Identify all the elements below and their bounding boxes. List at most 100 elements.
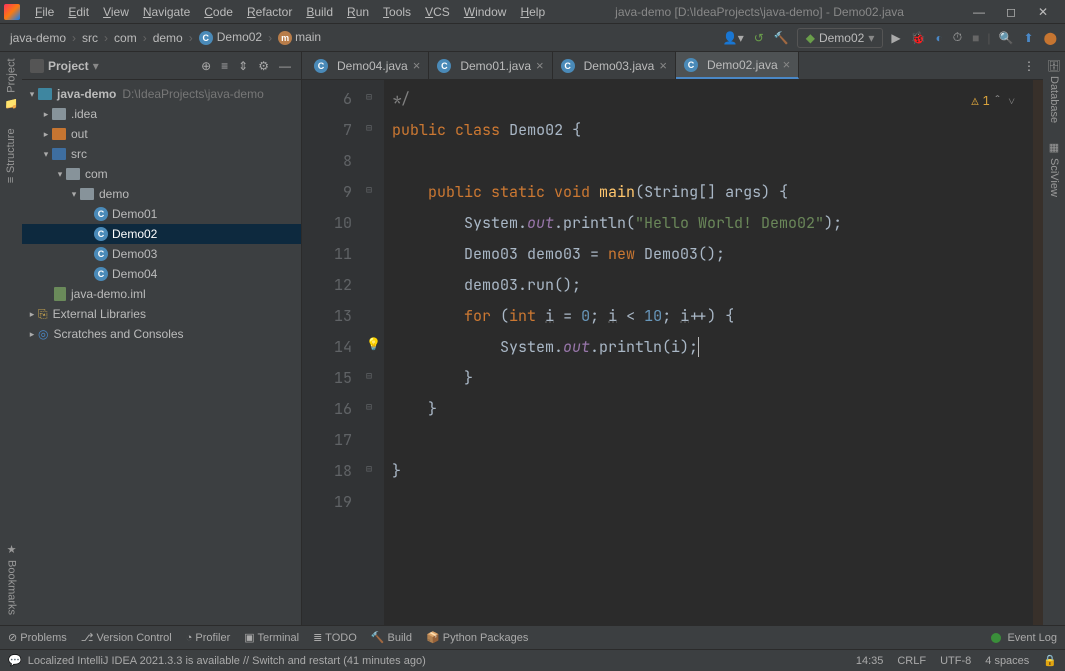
menu-edit[interactable]: Edit	[61, 3, 96, 21]
search-button[interactable]: 🔍	[997, 29, 1016, 47]
fold-marker-icon[interactable]: ⊟	[366, 121, 372, 134]
tree-external-libraries[interactable]: ▸ ⎘ External Libraries	[22, 304, 301, 324]
menu-build[interactable]: Build	[299, 3, 340, 21]
breadcrumb-demo[interactable]: demo	[149, 29, 187, 47]
tree-folder-out[interactable]: ▸ out	[22, 124, 301, 144]
code-line-8[interactable]	[392, 146, 1033, 177]
code-line-17[interactable]	[392, 425, 1033, 456]
menu-window[interactable]: Window	[457, 3, 514, 21]
problems-tab[interactable]: ⊘ Problems	[8, 631, 67, 644]
python-packages-tab[interactable]: 📦 Python Packages	[426, 631, 528, 644]
status-line-separator[interactable]: CRLF	[897, 655, 926, 667]
coverage-button[interactable]: ◐	[934, 29, 945, 47]
build-tab[interactable]: 🔨 Build	[371, 631, 412, 644]
error-stripe[interactable]	[1033, 80, 1043, 625]
fold-marker-icon[interactable]: ⊟	[366, 183, 372, 196]
stop-button[interactable]: ■	[970, 29, 981, 47]
line-number-gutter[interactable]: 67▶89▶10111213141516171819	[302, 80, 362, 625]
breadcrumb-java-demo[interactable]: java-demo	[6, 29, 70, 47]
fold-gutter[interactable]: ⊟⊟⊟💡⊟⊟⊟	[362, 80, 384, 625]
intention-bulb-icon[interactable]: 💡	[366, 336, 381, 352]
close-tab-icon[interactable]: ×	[659, 58, 667, 73]
run-config-selector[interactable]: ◆ Demo02 ▾	[797, 28, 884, 48]
tree-folder-idea[interactable]: ▸ .idea	[22, 104, 301, 124]
code-line-16[interactable]: }	[392, 394, 1033, 425]
minimize-button[interactable]: —	[967, 3, 991, 21]
version-control-tab[interactable]: ⎇ Version Control	[81, 631, 172, 644]
update-button[interactable]: ⬆	[1022, 29, 1036, 47]
menu-file[interactable]: File	[28, 3, 61, 21]
sciview-tool-tab[interactable]: ▦ SciView	[1048, 141, 1061, 197]
build-button[interactable]: 🔨	[772, 29, 791, 47]
add-user-icon[interactable]: 👤▾	[721, 29, 746, 47]
debug-button[interactable]: 🐞	[909, 29, 928, 47]
fold-marker-icon[interactable]: ⊟	[366, 369, 372, 382]
breadcrumb-demo02[interactable]: CDemo02	[195, 28, 266, 47]
notification-icon[interactable]: 💬	[8, 654, 22, 667]
menu-help[interactable]: Help	[513, 3, 552, 21]
terminal-tab[interactable]: ▣ Terminal	[244, 631, 299, 644]
todo-tab[interactable]: ≣ TODO	[313, 631, 357, 644]
tree-root[interactable]: ▾ java-demo D:\IdeaProjects\java-demo	[22, 84, 301, 104]
inspection-indicator[interactable]: ⚠ 1 ˆ ˅	[971, 86, 1015, 117]
tree-class-demo03[interactable]: CDemo03	[22, 244, 301, 264]
profiler-tab[interactable]: ◔ Profiler	[186, 632, 231, 644]
lock-icon[interactable]: 🔒	[1043, 654, 1057, 667]
code-line-11[interactable]: Demo03 demo03 = new Demo03();	[392, 239, 1033, 270]
select-opened-file-icon[interactable]: ⊕	[199, 57, 213, 75]
tree-folder-demo[interactable]: ▾ demo	[22, 184, 301, 204]
tree-folder-com[interactable]: ▾ com	[22, 164, 301, 184]
event-log-tab[interactable]: Event Log	[1007, 632, 1057, 644]
code-line-10[interactable]: System.out.println("Hello World! Demo02"…	[392, 208, 1033, 239]
menu-tools[interactable]: Tools	[376, 3, 418, 21]
tree-folder-src[interactable]: ▾ src	[22, 144, 301, 164]
menu-view[interactable]: View	[96, 3, 136, 21]
close-tab-icon[interactable]: ×	[783, 57, 791, 72]
hide-icon[interactable]: —	[277, 57, 293, 75]
settings-icon[interactable]: ⚙	[256, 57, 271, 75]
code-line-9[interactable]: public static void main(String[] args) {	[392, 177, 1033, 208]
close-button[interactable]: ✕	[1031, 3, 1055, 21]
code-line-18[interactable]: }	[392, 456, 1033, 487]
profile-button[interactable]: ⏱	[951, 28, 964, 47]
database-tool-tab[interactable]: 🗄 Database	[1048, 58, 1061, 123]
ide-scripting-button[interactable]: ⬤	[1042, 29, 1059, 47]
menu-vcs[interactable]: VCS	[418, 3, 457, 21]
code-line-19[interactable]	[392, 487, 1033, 518]
breadcrumb-com[interactable]: com	[110, 29, 141, 47]
code-line-12[interactable]: demo03.run();	[392, 270, 1033, 301]
code-area[interactable]: ⚠ 1 ˆ ˅ */public class Demo02 { public s…	[384, 80, 1033, 625]
breadcrumb-src[interactable]: src	[78, 29, 102, 47]
code-line-14[interactable]: System.out.println(i);	[392, 332, 1033, 363]
expand-all-icon[interactable]: ≡	[219, 57, 230, 75]
editor-tab-demo03-java[interactable]: CDemo03.java×	[553, 52, 676, 79]
sync-icon[interactable]: ↺	[752, 29, 766, 47]
status-encoding[interactable]: UTF-8	[940, 655, 971, 667]
editor-tab-demo02-java[interactable]: CDemo02.java×	[676, 52, 799, 79]
fold-marker-icon[interactable]: ⊟	[366, 400, 372, 413]
project-tree[interactable]: ▾ java-demo D:\IdeaProjects\java-demo ▸ …	[22, 80, 301, 625]
tree-scratches[interactable]: ▸ ◎ Scratches and Consoles	[22, 324, 301, 344]
maximize-button[interactable]: ◻	[999, 3, 1023, 21]
tree-file-iml[interactable]: java-demo.iml	[22, 284, 301, 304]
status-indent[interactable]: 4 spaces	[985, 655, 1029, 667]
breadcrumb-main[interactable]: mmain	[274, 28, 325, 47]
status-time[interactable]: 14:35	[856, 655, 884, 667]
tab-actions-icon[interactable]: ⋮	[1015, 52, 1043, 79]
bookmarks-tool-tab[interactable]: ★ Bookmarks	[5, 543, 18, 615]
collapse-all-icon[interactable]: ⇕	[236, 57, 250, 75]
tree-class-demo04[interactable]: CDemo04	[22, 264, 301, 284]
tree-class-demo02[interactable]: CDemo02	[22, 224, 301, 244]
menu-navigate[interactable]: Navigate	[136, 3, 197, 21]
project-tool-tab[interactable]: 📁 Project	[5, 58, 18, 110]
run-button[interactable]: ▶	[889, 29, 902, 47]
fold-marker-icon[interactable]: ⊟	[366, 462, 372, 475]
editor[interactable]: 67▶89▶10111213141516171819 ⊟⊟⊟💡⊟⊟⊟ ⚠ 1 ˆ…	[302, 80, 1043, 625]
editor-tab-demo01-java[interactable]: CDemo01.java×	[429, 52, 552, 79]
menu-refactor[interactable]: Refactor	[240, 3, 299, 21]
menu-run[interactable]: Run	[340, 3, 376, 21]
editor-tab-demo04-java[interactable]: CDemo04.java×	[306, 52, 429, 79]
code-line-6[interactable]: */	[392, 84, 1033, 115]
code-line-13[interactable]: for (int i = 0; i < 10; i++) {	[392, 301, 1033, 332]
close-tab-icon[interactable]: ×	[536, 58, 544, 73]
